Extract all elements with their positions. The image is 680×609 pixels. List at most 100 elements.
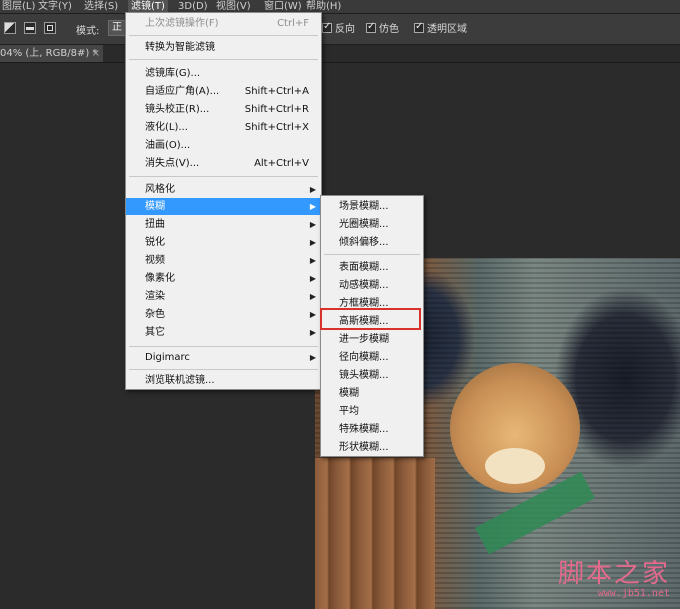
submenu-item-iris-blur[interactable]: 光圈模糊... [321, 216, 423, 233]
submenu-item-shape-blur[interactable]: 形状模糊... [321, 439, 423, 456]
mode-label: 模式: [76, 26, 100, 37]
menu-separator [129, 59, 318, 60]
submenu-arrow-icon: ▶ [309, 202, 316, 211]
submenu-item-motion-blur[interactable]: 动感模糊... [321, 277, 423, 294]
lens-correction-shortcut: Shift+Ctrl+R [244, 104, 309, 115]
submenu-arrow-icon: ▶ [309, 220, 316, 229]
submenu-item-average[interactable]: 平均 [321, 403, 423, 420]
submenu-item-surface-blur[interactable]: 表面模糊... [321, 259, 423, 276]
submenu-arrow-icon: ▶ [309, 256, 316, 265]
subtract-selection-icon[interactable] [24, 22, 36, 34]
menu-item-oil-paint[interactable]: 油画(O)... [126, 137, 321, 154]
browse-online-label: 浏览联机滤镜... [145, 375, 215, 386]
liquify-label: 液化(L)... [145, 122, 188, 133]
reverse-check-icon [322, 21, 332, 33]
menu-bar: 图层(L) 文字(Y) 选择(S) 滤镜(T) 3D(D) 视图(V) 窗口(W… [0, 0, 680, 14]
menu-item-lens-correction[interactable]: 镜头校正(R)... Shift+Ctrl+R [126, 101, 321, 118]
oil-paint-label: 油画(O)... [145, 140, 191, 151]
watermark: 脚本之家 www.jb51.net [558, 560, 670, 599]
menu-item-sharpen[interactable]: 锐化 ▶ [126, 234, 321, 251]
menu-item-video[interactable]: 视频 ▶ [126, 252, 321, 269]
submenu-arrow-icon: ▶ [309, 292, 316, 301]
filter-menu: 上次滤镜操作(F) Ctrl+F 转换为智能滤镜 滤镜库(G)... 自适应广角… [125, 12, 322, 390]
menu-item-noise[interactable]: 杂色 ▶ [126, 306, 321, 323]
iris-blur-label: 光圈模糊... [339, 219, 389, 230]
menu-item-vanishing-point[interactable]: 消失点(V)... Alt+Ctrl+V [126, 155, 321, 172]
average-label: 平均 [339, 406, 359, 417]
options-bar: 模式: 正 反向 仿色 透明区域 [0, 14, 680, 45]
pixelate-label: 像素化 [145, 273, 175, 284]
submenu-item-blur[interactable]: 模糊 [321, 385, 423, 402]
submenu-arrow-icon: ▶ [309, 274, 316, 283]
mode-select[interactable]: 正 [108, 20, 126, 36]
watermark-title: 脚本之家 [557, 559, 670, 589]
submenu-item-radial-blur[interactable]: 径向模糊... [321, 349, 423, 366]
render-label: 渲染 [145, 291, 165, 302]
menu-item-filter-gallery[interactable]: 滤镜库(G)... [126, 65, 321, 82]
menu-item-distort[interactable]: 扭曲 ▶ [126, 216, 321, 233]
image-bear-muzzle [485, 448, 545, 484]
dither-check-icon [366, 21, 376, 33]
lens-correction-label: 镜头校正(R)... [145, 104, 210, 115]
intersect-selection-icon[interactable] [44, 22, 56, 34]
last-filter-label: 上次滤镜操作(F) [145, 18, 219, 29]
radial-blur-label: 径向模糊... [339, 352, 389, 363]
menu-item-blur[interactable]: 模糊 ▶ [126, 198, 321, 215]
adaptive-wide-angle-shortcut: Shift+Ctrl+A [244, 86, 309, 97]
menu-item-browse-online[interactable]: 浏览联机滤镜... [126, 372, 321, 389]
menu-type[interactable]: 文字(Y) [38, 0, 72, 13]
transparency-checkbox[interactable]: 透明区域 [414, 20, 467, 35]
liquify-shortcut: Shift+Ctrl+X [244, 122, 309, 133]
surface-blur-label: 表面模糊... [339, 262, 389, 273]
gaussian-blur-annotation-box [320, 308, 421, 330]
other-label: 其它 [145, 327, 165, 338]
submenu-item-tilt-shift[interactable]: 倾斜偏移... [321, 234, 423, 251]
convert-smart-filter-label: 转换为智能滤镜 [145, 42, 215, 53]
menu-item-stylize[interactable]: 风格化 ▶ [126, 181, 321, 198]
close-tab-icon[interactable]: × [92, 45, 100, 62]
dither-label: 仿色 [379, 24, 399, 35]
transparency-check-icon [414, 21, 424, 33]
menu-separator [324, 254, 420, 255]
dither-checkbox[interactable]: 仿色 [366, 20, 399, 35]
transparency-label: 透明区域 [427, 24, 467, 35]
submenu-arrow-icon: ▶ [309, 310, 316, 319]
new-selection-icon[interactable] [4, 22, 16, 34]
shape-blur-label: 形状模糊... [339, 442, 389, 453]
blur-label: 模糊 [145, 201, 165, 212]
digimarc-label: Digimarc [145, 352, 190, 363]
vanishing-point-shortcut: Alt+Ctrl+V [254, 158, 309, 169]
menu-separator [129, 346, 318, 347]
menu-item-adaptive-wide-angle[interactable]: 自适应广角(A)... Shift+Ctrl+A [126, 83, 321, 100]
field-blur-label: 场景模糊... [339, 201, 389, 212]
last-filter-shortcut: Ctrl+F [277, 18, 309, 29]
menu-item-liquify[interactable]: 液化(L)... Shift+Ctrl+X [126, 119, 321, 136]
submenu-arrow-icon: ▶ [309, 185, 316, 194]
image-wood-region [315, 458, 435, 609]
video-label: 视频 [145, 255, 165, 266]
menu-item-convert-smart-filter[interactable]: 转换为智能滤镜 [126, 39, 321, 56]
menu-item-render[interactable]: 渲染 ▶ [126, 288, 321, 305]
tilt-shift-label: 倾斜偏移... [339, 237, 389, 248]
submenu-item-smart-blur[interactable]: 特殊模糊... [321, 421, 423, 438]
submenu-item-blur-more[interactable]: 进一步模糊 [321, 331, 423, 348]
reverse-checkbox[interactable]: 反向 [322, 20, 355, 35]
noise-label: 杂色 [145, 309, 165, 320]
document-tab[interactable]: 04% (上, RGB/8#) * × [0, 45, 103, 62]
menu-item-other[interactable]: 其它 ▶ [126, 324, 321, 341]
menu-separator [129, 369, 318, 370]
stylize-label: 风格化 [145, 184, 175, 195]
filter-gallery-label: 滤镜库(G)... [145, 68, 201, 79]
adaptive-wide-angle-label: 自适应广角(A)... [145, 86, 220, 97]
menu-separator [129, 35, 318, 36]
menu-select[interactable]: 选择(S) [84, 0, 118, 13]
submenu-item-field-blur[interactable]: 场景模糊... [321, 198, 423, 215]
submenu-arrow-icon: ▶ [309, 353, 316, 362]
blur-more-label: 进一步模糊 [339, 334, 389, 345]
submenu-arrow-icon: ▶ [309, 328, 316, 337]
menu-item-pixelate[interactable]: 像素化 ▶ [126, 270, 321, 287]
menu-layer[interactable]: 图层(L) [2, 0, 35, 13]
menu-item-digimarc[interactable]: Digimarc ▶ [126, 349, 321, 366]
submenu-item-lens-blur[interactable]: 镜头模糊... [321, 367, 423, 384]
menu-item-last-filter[interactable]: 上次滤镜操作(F) Ctrl+F [126, 15, 321, 32]
